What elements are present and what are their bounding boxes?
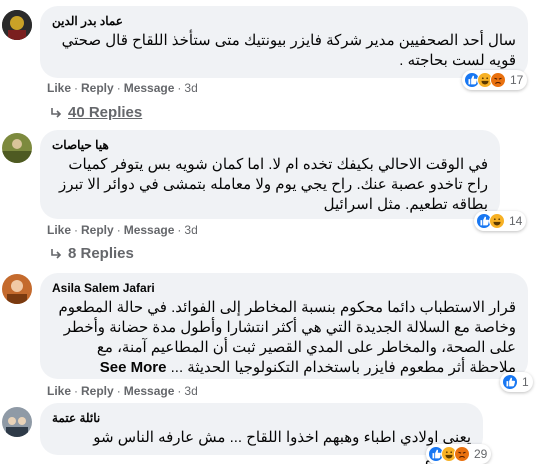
haha-icon: [489, 213, 505, 229]
message-button[interactable]: Message: [124, 223, 175, 237]
avatar[interactable]: [2, 407, 32, 437]
like-icon: [502, 374, 518, 390]
separator: ·: [116, 223, 121, 237]
timestamp[interactable]: 3d: [184, 384, 197, 398]
message-button[interactable]: Message: [124, 81, 175, 95]
comment-actions: Like · Reply · Message · 3d: [47, 223, 198, 237]
reaction-count: 1: [522, 375, 529, 389]
message-button[interactable]: Message: [124, 384, 175, 398]
comment-bubble: عماد بدر الدين سال أحد الصحفيين مدير شرك…: [40, 6, 528, 78]
replies-label: 8 Replies: [68, 245, 134, 262]
reaction-count: 14: [509, 214, 523, 228]
comment-text: يعني اولادي اطباء وهبهم اخذوا اللقاح ...…: [93, 429, 471, 464]
reply-button[interactable]: Reply: [81, 223, 114, 237]
separator: ·: [116, 384, 121, 398]
reactions-badge[interactable]: 1: [500, 372, 533, 392]
like-button[interactable]: Like: [47, 81, 71, 95]
replies-label: 40 Replies: [68, 104, 143, 121]
view-replies-link[interactable]: 8 Replies: [50, 245, 134, 262]
reply-arrow-icon: [51, 107, 62, 118]
see-more-link[interactable]: See More: [100, 359, 167, 376]
timestamp[interactable]: 3d: [184, 223, 197, 237]
separator: ·: [177, 384, 182, 398]
avatar[interactable]: [2, 133, 32, 163]
comment-author[interactable]: Asila Salem Jafari: [52, 281, 516, 295]
reactions-badge[interactable]: 14: [474, 211, 527, 231]
reply-arrow-icon: [51, 248, 62, 259]
timestamp[interactable]: 3d: [184, 81, 197, 95]
comment-bubble: نائلة عتمة يعني اولادي اطباء وهبهم اخذوا…: [40, 403, 483, 464]
separator: ·: [177, 223, 182, 237]
separator: ·: [116, 81, 121, 95]
comment-text: سال أحد الصحفيين مدير شركة فايزر بيونتيك…: [61, 32, 516, 69]
reaction-count: 29: [474, 447, 488, 461]
comment-actions: Like · Reply · Message · 3d: [47, 384, 198, 398]
comment-text: قرار الاستطباب دائما محكوم بنسبة المخاطر…: [52, 298, 516, 378]
view-replies-link[interactable]: 40 Replies: [50, 104, 142, 121]
like-button[interactable]: Like: [47, 223, 71, 237]
angry-icon: [454, 446, 470, 462]
reply-button[interactable]: Reply: [81, 384, 114, 398]
separator: ·: [74, 384, 79, 398]
comment-author[interactable]: نائلة عتمة: [52, 411, 471, 425]
angry-icon: [490, 72, 506, 88]
avatar[interactable]: [2, 274, 32, 304]
reactions-badge[interactable]: 29: [426, 444, 492, 464]
comment-author[interactable]: عماد بدر الدين: [52, 14, 516, 28]
comment-bubble: هيا حياصات في الوقت الاحالي بكيفك تخده ا…: [40, 130, 500, 219]
separator: ·: [74, 81, 79, 95]
reactions-badge[interactable]: 17: [462, 70, 528, 90]
separator: ·: [177, 81, 182, 95]
reply-button[interactable]: Reply: [81, 81, 114, 95]
separator: ·: [74, 223, 79, 237]
comment-bubble: Asila Salem Jafari قرار الاستطباب دائما …: [40, 273, 528, 379]
comment-author[interactable]: هيا حياصات: [52, 138, 488, 152]
reaction-count: 17: [510, 73, 524, 87]
avatar[interactable]: [2, 10, 32, 40]
like-button[interactable]: Like: [47, 384, 71, 398]
comment-actions: Like · Reply · Message · 3d: [47, 81, 198, 95]
comment-text: في الوقت الاحالي بكيفك تخده ام لا. اما ك…: [59, 156, 488, 213]
